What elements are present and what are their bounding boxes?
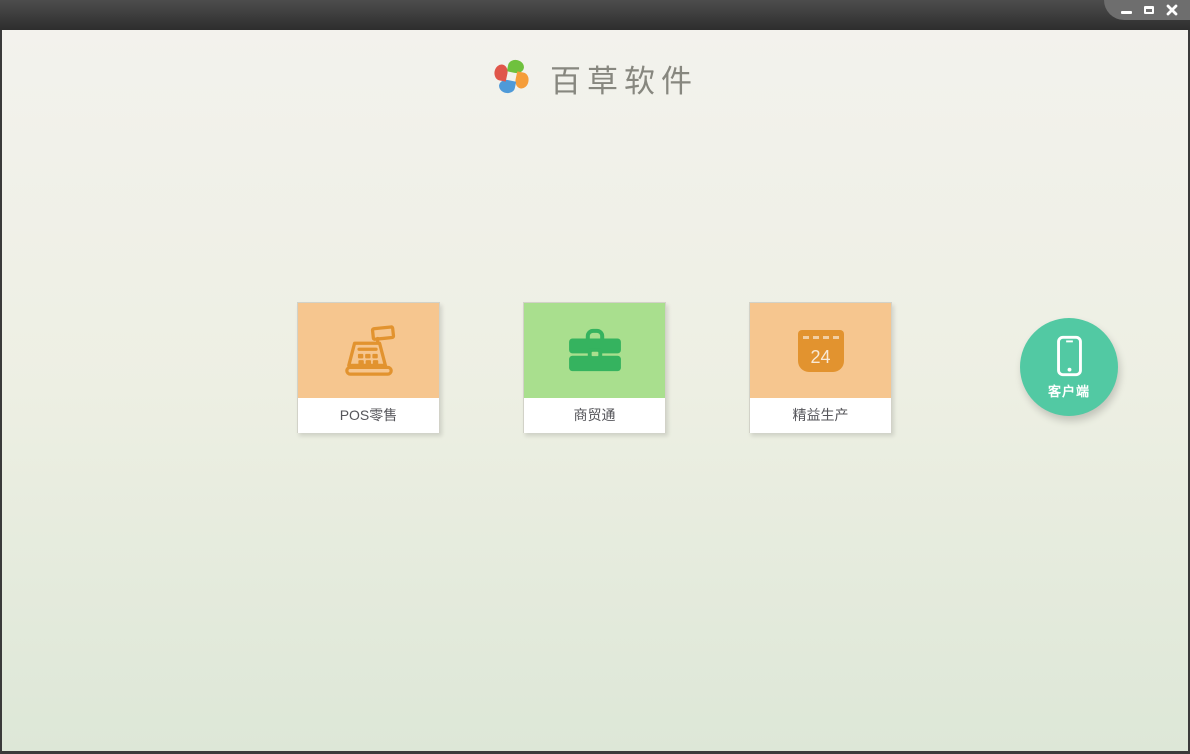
product-label: POS零售 bbox=[298, 398, 439, 433]
pinwheel-icon bbox=[492, 58, 531, 97]
pinwheel-petal-blue bbox=[497, 78, 517, 95]
product-card-trade[interactable]: 商贸通 bbox=[523, 302, 666, 433]
cash-register-icon bbox=[344, 324, 395, 376]
minimize-button[interactable] bbox=[1120, 4, 1132, 16]
product-card-pos[interactable]: POS零售 bbox=[297, 302, 440, 433]
maximize-icon bbox=[1144, 6, 1154, 14]
minimize-icon bbox=[1120, 10, 1132, 14]
brand-header: 百草软件 bbox=[2, 54, 1188, 102]
app-name: 百草软件 bbox=[550, 63, 698, 100]
calendar-dash-line bbox=[802, 335, 839, 339]
briefcase-icon bbox=[568, 328, 621, 371]
maximize-button[interactable] bbox=[1143, 4, 1155, 16]
pinwheel-petal-orange bbox=[513, 71, 531, 90]
window-controls bbox=[1104, 0, 1190, 20]
smartphone-icon bbox=[1056, 335, 1082, 376]
pos-tile bbox=[298, 303, 439, 398]
calendar-icon: 24 bbox=[797, 329, 844, 372]
main-content: 百草软件 POS零售 商贸通 24 精益生产 客户端 bbox=[2, 30, 1188, 751]
product-label: 精益生产 bbox=[750, 398, 891, 433]
lean-tile: 24 bbox=[750, 303, 891, 398]
product-card-lean[interactable]: 24 精益生产 bbox=[749, 302, 892, 433]
trade-tile bbox=[524, 303, 665, 398]
calendar-day: 24 bbox=[810, 346, 831, 367]
app-window: 百草软件 POS零售 商贸通 24 精益生产 客户端 bbox=[0, 0, 1190, 754]
client-button-label: 客户端 bbox=[1047, 383, 1090, 399]
product-label: 商贸通 bbox=[524, 398, 665, 433]
close-button[interactable] bbox=[1166, 4, 1178, 16]
client-button[interactable]: 客户端 bbox=[1020, 318, 1118, 416]
title-bar bbox=[0, 0, 1190, 30]
close-icon bbox=[1166, 4, 1178, 16]
